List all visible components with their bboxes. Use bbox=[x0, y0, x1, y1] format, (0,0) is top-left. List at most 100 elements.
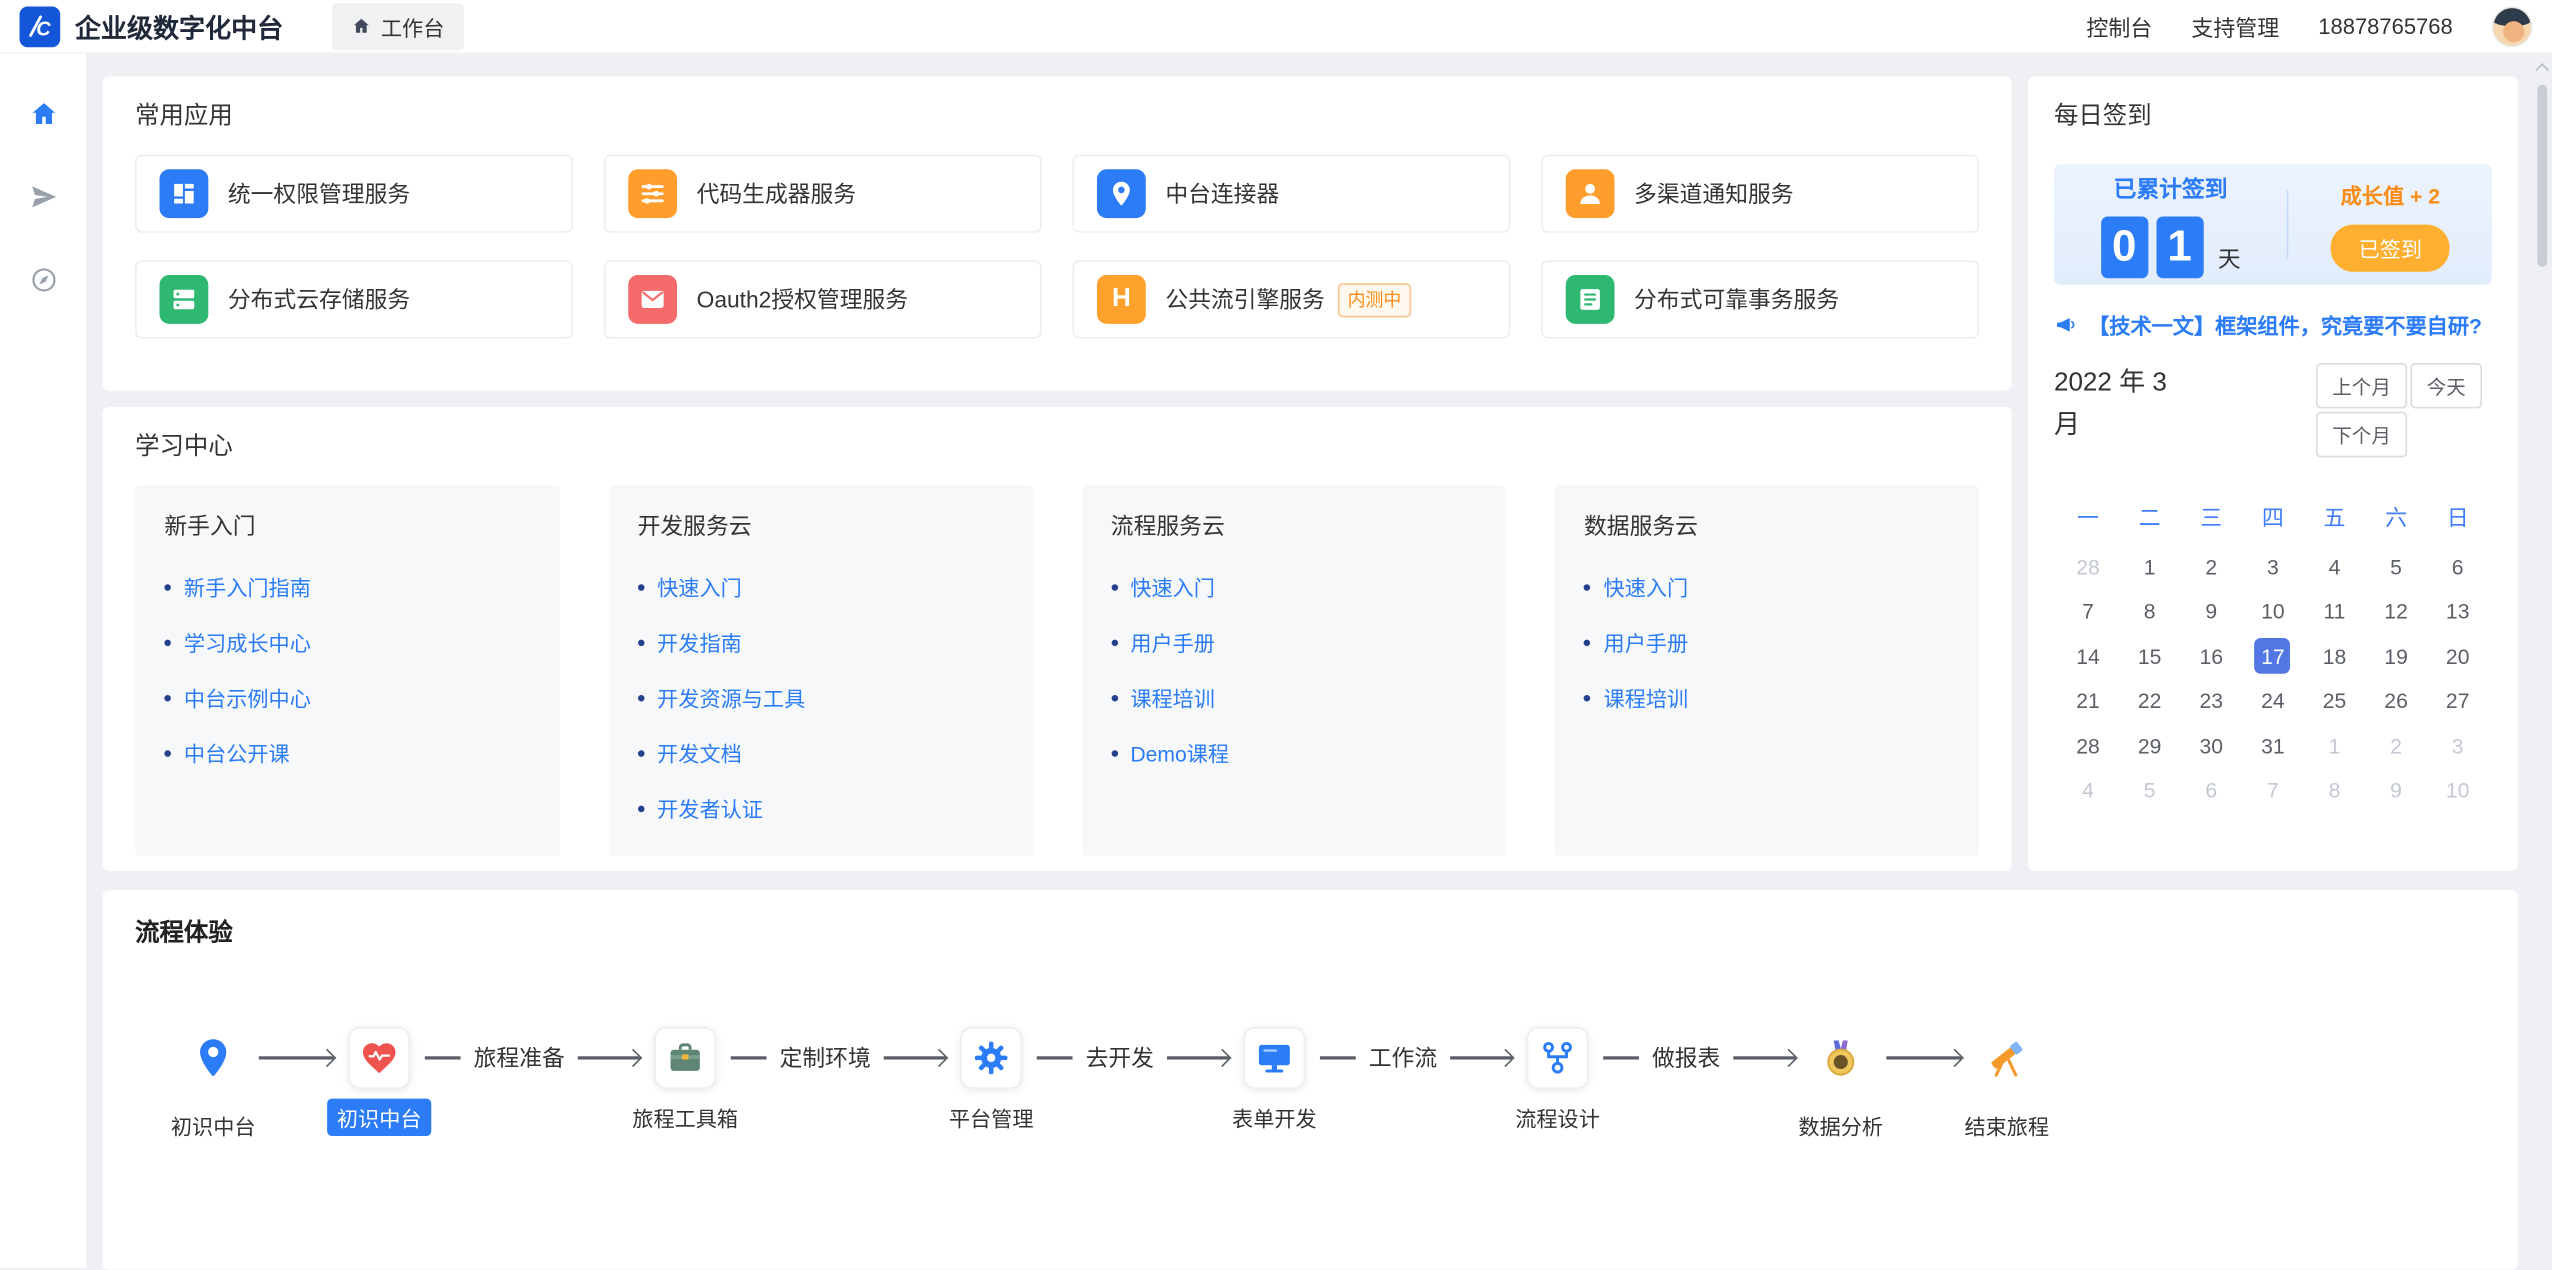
journey-step-toolbox[interactable]: 旅程工具箱 bbox=[653, 1027, 718, 1089]
calendar-day[interactable]: 6 bbox=[2427, 548, 2489, 584]
app-item-oauth[interactable]: Oauth2授权管理服务 bbox=[604, 260, 1042, 338]
app-item-flow-engine[interactable]: H 公共流引擎服务 内测中 bbox=[1073, 260, 1511, 338]
calendar-day[interactable]: 2 bbox=[2365, 728, 2427, 764]
learning-center-card: 学习中心 新手入门 新手入门指南 学习成长中心 中台示例中心 中台公开课 开发服… bbox=[103, 407, 2012, 871]
app-item-permission[interactable]: 统一权限管理服务 bbox=[135, 155, 573, 233]
calendar-day[interactable]: 14 bbox=[2057, 638, 2119, 674]
calendar-day[interactable]: 28 bbox=[2057, 548, 2119, 584]
calendar-day[interactable]: 31 bbox=[2242, 728, 2304, 764]
calendar-day[interactable]: 9 bbox=[2365, 772, 2427, 808]
learning-link-label: 新手入门指南 bbox=[184, 571, 311, 602]
learning-link[interactable]: Demo课程 bbox=[1111, 737, 1477, 768]
journey-step-finish[interactable]: 结束旅程 bbox=[1974, 1035, 2039, 1081]
calendar-day[interactable]: 18 bbox=[2304, 638, 2366, 674]
learning-link[interactable]: 中台示例中心 bbox=[164, 682, 530, 713]
sidebar-send-icon[interactable] bbox=[28, 182, 57, 211]
app-item-notify[interactable]: 多渠道通知服务 bbox=[1541, 155, 1979, 233]
learning-link[interactable]: 开发指南 bbox=[638, 627, 1004, 658]
learning-link[interactable]: 快速入门 bbox=[1111, 571, 1477, 602]
calendar-day[interactable]: 16 bbox=[2180, 638, 2242, 674]
signin-digit: 0 bbox=[2101, 216, 2148, 278]
calendar-day[interactable]: 3 bbox=[2427, 728, 2489, 764]
calendar-day[interactable]: 30 bbox=[2180, 728, 2242, 764]
bullet-dot bbox=[638, 639, 645, 646]
journey-step-intro-selected[interactable]: 初识中台 bbox=[347, 1027, 412, 1089]
sidebar-compass-icon[interactable] bbox=[28, 265, 57, 294]
journey-step-start[interactable]: 初识中台 bbox=[181, 1035, 246, 1081]
calendar-day[interactable]: 4 bbox=[2304, 548, 2366, 584]
nav-support[interactable]: 支持管理 bbox=[2191, 10, 2279, 43]
prev-month-button[interactable]: 上个月 bbox=[2316, 363, 2407, 409]
calendar-day[interactable]: 10 bbox=[2427, 772, 2489, 808]
calendar-day[interactable]: 8 bbox=[2119, 593, 2181, 629]
calendar-day[interactable]: 3 bbox=[2242, 548, 2304, 584]
app-item-storage[interactable]: 分布式云存储服务 bbox=[135, 260, 573, 338]
calendar-day[interactable]: 13 bbox=[2427, 593, 2489, 629]
calendar-day[interactable]: 19 bbox=[2365, 638, 2427, 674]
calendar-day[interactable]: 15 bbox=[2119, 638, 2181, 674]
tab-workbench[interactable]: 工作台 bbox=[332, 2, 464, 49]
calendar-day[interactable]: 17 bbox=[2242, 638, 2304, 674]
learning-link[interactable]: 用户手册 bbox=[1111, 627, 1477, 658]
calendar-day[interactable]: 7 bbox=[2057, 593, 2119, 629]
calendar-day[interactable]: 8 bbox=[2304, 772, 2366, 808]
calendar-day[interactable]: 25 bbox=[2304, 683, 2366, 719]
main-content: 常用应用 统一权限管理服务 代码生成器服务 bbox=[103, 76, 2518, 1269]
flow-line bbox=[1320, 1057, 1356, 1060]
learning-link[interactable]: 开发者认证 bbox=[638, 793, 1004, 824]
app-item-codegen[interactable]: 代码生成器服务 bbox=[604, 155, 1042, 233]
journey-step-form-dev[interactable]: 表单开发 bbox=[1242, 1027, 1307, 1089]
app-item-transaction[interactable]: 分布式可靠事务服务 bbox=[1541, 260, 1979, 338]
avatar[interactable] bbox=[2492, 6, 2533, 47]
learning-link[interactable]: 快速入门 bbox=[638, 571, 1004, 602]
learning-link[interactable]: 新手入门指南 bbox=[164, 571, 530, 602]
learning-link[interactable]: 开发资源与工具 bbox=[638, 682, 1004, 713]
calendar-day[interactable]: 11 bbox=[2304, 593, 2366, 629]
scrollbar-up-arrow[interactable] bbox=[2535, 63, 2549, 77]
learning-link[interactable]: 课程培训 bbox=[1111, 682, 1477, 713]
learning-link[interactable]: 中台公开课 bbox=[164, 737, 530, 768]
calendar-day[interactable]: 6 bbox=[2180, 772, 2242, 808]
sidebar-home-icon[interactable] bbox=[28, 99, 57, 128]
calendar-header: 2022 年 3 月 上个月 今天 下个月 bbox=[2054, 363, 2492, 457]
calendar-day[interactable]: 24 bbox=[2242, 683, 2304, 719]
calendar-day[interactable]: 7 bbox=[2242, 772, 2304, 808]
calendar-day[interactable]: 12 bbox=[2365, 593, 2427, 629]
nav-phone[interactable]: 18878765768 bbox=[2318, 14, 2452, 38]
learning-link[interactable]: 学习成长中心 bbox=[164, 627, 530, 658]
calendar-day[interactable]: 9 bbox=[2180, 593, 2242, 629]
calendar-day[interactable]: 26 bbox=[2365, 683, 2427, 719]
learning-link[interactable]: 快速入门 bbox=[1584, 571, 1950, 602]
nav-console[interactable]: 控制台 bbox=[2086, 10, 2152, 43]
calendar-day[interactable]: 5 bbox=[2365, 548, 2427, 584]
bullet-dot bbox=[1584, 694, 1591, 701]
calendar-day[interactable]: 1 bbox=[2119, 548, 2181, 584]
learning-link[interactable]: 开发文档 bbox=[638, 737, 1004, 768]
app-item-connector[interactable]: 中台连接器 bbox=[1073, 155, 1511, 233]
calendar-day[interactable]: 21 bbox=[2057, 683, 2119, 719]
calendar-day[interactable]: 28 bbox=[2057, 728, 2119, 764]
learning-link[interactable]: 课程培训 bbox=[1584, 682, 1950, 713]
calendar-day[interactable]: 10 bbox=[2242, 593, 2304, 629]
learning-link[interactable]: 用户手册 bbox=[1584, 627, 1950, 658]
logo[interactable]: C bbox=[20, 6, 61, 47]
calendar-day[interactable]: 22 bbox=[2119, 683, 2181, 719]
calendar-day[interactable]: 2 bbox=[2180, 548, 2242, 584]
calendar-day[interactable]: 27 bbox=[2427, 683, 2489, 719]
weekday-label: 六 bbox=[2365, 500, 2427, 533]
calendar-day[interactable]: 29 bbox=[2119, 728, 2181, 764]
scrollbar[interactable] bbox=[2537, 85, 2547, 267]
journey-step-data-analysis[interactable]: 数据分析 bbox=[1808, 1035, 1873, 1081]
journey-step-flow-design[interactable]: 流程设计 bbox=[1525, 1027, 1590, 1089]
journey-step-platform[interactable]: 平台管理 bbox=[959, 1027, 1024, 1089]
bullet-dot bbox=[638, 583, 645, 590]
calendar-day[interactable]: 1 bbox=[2304, 728, 2366, 764]
calendar-day[interactable]: 20 bbox=[2427, 638, 2489, 674]
calendar-day[interactable]: 4 bbox=[2057, 772, 2119, 808]
today-button[interactable]: 今天 bbox=[2410, 363, 2482, 409]
announcement-link[interactable]: 【技术一文】框架组件，究竟要不要自研? bbox=[2054, 309, 2492, 340]
signed-in-button[interactable]: 已签到 bbox=[2331, 224, 2450, 271]
next-month-button[interactable]: 下个月 bbox=[2316, 412, 2407, 458]
calendar-day[interactable]: 23 bbox=[2180, 683, 2242, 719]
calendar-day[interactable]: 5 bbox=[2119, 772, 2181, 808]
